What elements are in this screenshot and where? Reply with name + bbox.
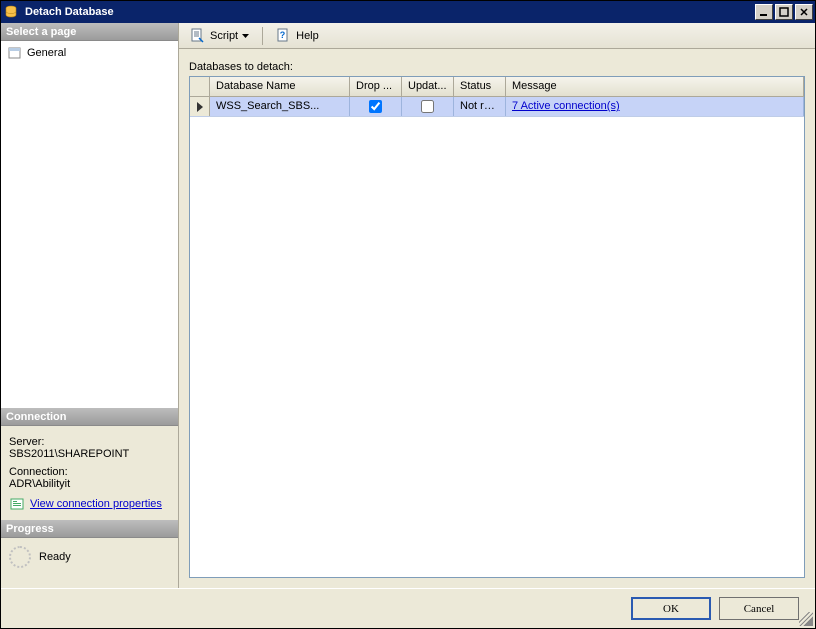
connection-label: Connection: [9,466,170,478]
cell-database-name[interactable]: WSS_Search_SBS... [210,97,350,116]
connection-area: Server: SBS2011\SHAREPOINT Connection: A… [1,426,178,520]
help-icon: ? [276,28,292,44]
cell-update[interactable] [402,97,454,116]
window-title: Detach Database [23,6,753,18]
update-statistics-checkbox[interactable] [421,100,434,113]
select-page-header: Select a page [1,23,178,41]
databases-grid[interactable]: Database Name Drop ... Updat... Status M… [189,76,805,578]
grid-header-name[interactable]: Database Name [210,77,350,96]
grid-header-rowselector [190,77,210,96]
active-connections-link[interactable]: 7 Active connection(s) [512,100,620,112]
detach-database-window: Detach Database Select a page General Co… [0,0,816,629]
right-panel: Script ? Help Databases to detach: [179,23,815,588]
cell-drop[interactable] [350,97,402,116]
progress-spinner-icon [9,546,31,568]
properties-icon [9,496,25,512]
toolbar-separator [262,27,263,45]
progress-status: Ready [39,551,71,563]
script-button[interactable]: Script [185,25,254,47]
view-connection-properties-link[interactable]: View connection properties [30,498,162,510]
connection-value: ADR\Abilityit [9,478,170,490]
cell-status: Not re... [454,97,506,116]
toolbar: Script ? Help [179,23,815,49]
script-icon [190,28,206,44]
grid-header-status[interactable]: Status [454,77,506,96]
progress-header: Progress [1,520,178,538]
grid-header-message[interactable]: Message [506,77,804,96]
row-indicator [190,97,210,116]
server-label: Server: [9,436,170,448]
current-row-icon [196,102,204,112]
grid-header-drop[interactable]: Drop ... [350,77,402,96]
svg-text:?: ? [280,30,286,40]
main-content: Databases to detach: Database Name Drop … [179,49,815,588]
server-value: SBS2011\SHAREPOINT [9,448,170,460]
help-button[interactable]: ? Help [271,25,324,47]
grid-label: Databases to detach: [189,61,805,73]
progress-area: Ready [1,538,178,588]
left-panel: Select a page General Connection Server:… [1,23,179,588]
nav-item-label: General [27,47,66,59]
script-label: Script [210,30,238,42]
help-label: Help [296,30,319,42]
page-nav: General [1,41,178,408]
ok-button[interactable]: OK [631,597,711,620]
minimize-button[interactable] [755,4,773,20]
cell-message: 7 Active connection(s) [506,97,804,116]
page-icon [7,45,23,61]
titlebar: Detach Database [1,1,815,23]
drop-connections-checkbox[interactable] [369,100,382,113]
connection-header: Connection [1,408,178,426]
nav-item-general[interactable]: General [5,44,174,62]
resize-grip[interactable] [799,612,813,626]
grid-body: WSS_Search_SBS... Not re... 7 Active con… [190,97,804,577]
dialog-footer: OK Cancel [1,588,815,628]
grid-header-update[interactable]: Updat... [402,77,454,96]
table-row[interactable]: WSS_Search_SBS... Not re... 7 Active con… [190,97,804,117]
maximize-button[interactable] [775,4,793,20]
grid-header: Database Name Drop ... Updat... Status M… [190,77,804,97]
cancel-button[interactable]: Cancel [719,597,799,620]
close-button[interactable] [795,4,813,20]
dropdown-arrow-icon[interactable] [242,32,249,39]
database-icon [3,4,19,20]
